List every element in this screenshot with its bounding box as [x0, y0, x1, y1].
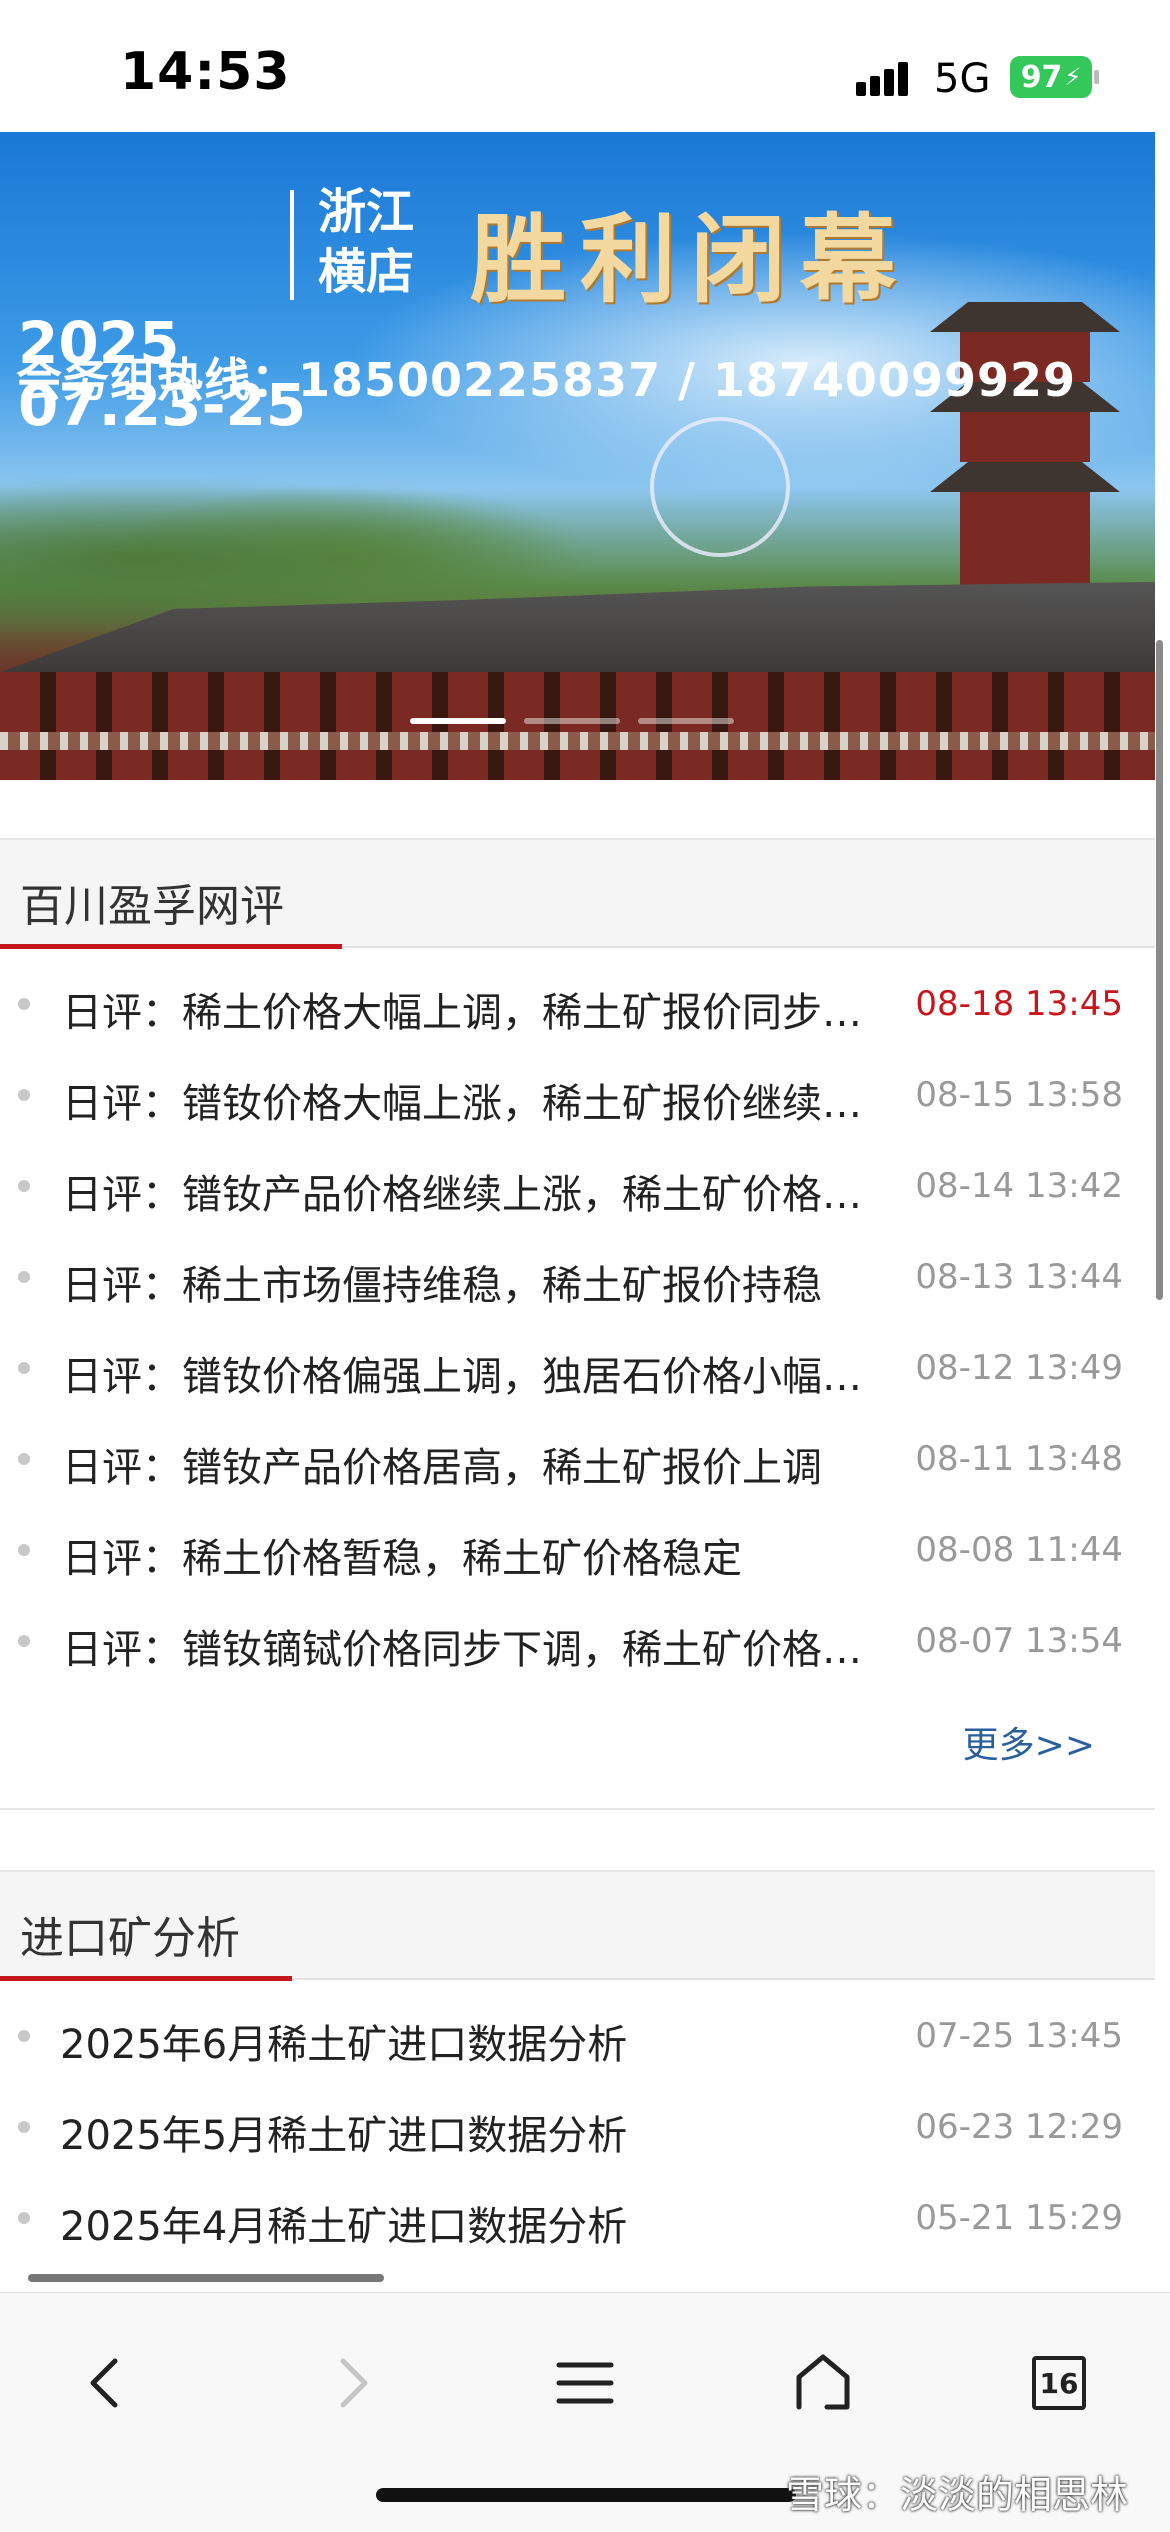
more-link[interactable]: 更多>> [963, 1716, 1095, 1768]
list-item[interactable]: 日评：稀土价格大幅上调，稀土矿报价同步上调 08-18 13:45 [0, 958, 1155, 1049]
news-title[interactable]: 日评：稀土价格大幅上调，稀土矿报价同步上调 [62, 980, 882, 1038]
chevron-right-icon [340, 2358, 368, 2408]
status-bar: 14:53 5G 97 ⚡ [0, 0, 1170, 132]
list-item[interactable]: 日评：镨钕价格大幅上涨，稀土矿报价继续上调 08-15 13:58 [0, 1049, 1155, 1140]
list-item[interactable]: 2025年4月稀土矿进口数据分析 05-21 15:29 [0, 2172, 1155, 2263]
ferris-wheel-graphic [650, 417, 790, 557]
bullet-icon [18, 2121, 30, 2133]
bullet-icon [18, 1089, 30, 1101]
banner-town: 横店 [318, 244, 415, 300]
news-date: 08-14 13:42 [915, 1166, 1123, 1206]
home-icon [796, 2354, 850, 2410]
vertical-scrollbar[interactable] [1156, 640, 1163, 1300]
news-date: 05-21 15:29 [915, 2198, 1123, 2238]
news-title[interactable]: 日评：稀土市场僵持维稳，稀土矿报价持稳 [62, 1253, 882, 1311]
bullet-icon [18, 2030, 30, 2042]
carousel-dot[interactable] [524, 718, 620, 724]
tabs-button[interactable]: 16 [1004, 2333, 1114, 2433]
network-label: 5G [934, 56, 991, 102]
signal-strength-icon [856, 60, 916, 96]
banner-location: 浙江 横店 [318, 182, 414, 302]
import-analysis-list: 2025年6月稀土矿进口数据分析 07-25 13:45 2025年5月稀土矿进… [0, 1990, 1155, 2263]
banner-divider [290, 190, 294, 300]
news-date: 08-15 13:58 [915, 1075, 1123, 1115]
news-title[interactable]: 日评：镨钕产品价格居高，稀土矿报价上调 [62, 1435, 882, 1493]
section-header: 百川盈孚网评 [0, 840, 1155, 949]
list-item[interactable]: 2025年5月稀土矿进口数据分析 06-23 12:29 [0, 2081, 1155, 2172]
hamburger-menu-icon [556, 2362, 614, 2404]
bullet-icon [18, 1271, 30, 1283]
battery-level: 97 [1020, 59, 1063, 95]
review-list: 日评：稀土价格大幅上调，稀土矿报价同步上调 08-18 13:45 日评：镨钕价… [0, 958, 1155, 1686]
banner-hotline: 会务组热线：18500225837 / 18740099929 [16, 353, 1076, 407]
bullet-icon [18, 1544, 30, 1556]
bullet-icon [18, 998, 30, 1010]
watermark: 雪球：淡淡的相思林 [786, 2473, 1129, 2517]
news-title[interactable]: 日评：镨钕产品价格继续上涨，稀土矿价格上调 [62, 1162, 882, 1220]
list-item[interactable]: 日评：稀土市场僵持维稳，稀土矿报价持稳 08-13 13:44 [0, 1231, 1155, 1322]
tabs-count-icon: 16 [1032, 2356, 1086, 2410]
bullet-icon [18, 2212, 30, 2224]
bullet-icon [18, 1635, 30, 1647]
chevron-left-icon [90, 2358, 118, 2408]
news-title[interactable]: 2025年5月稀土矿进口数据分析 [60, 2103, 880, 2161]
news-title[interactable]: 日评：镨钕镝铽价格同步下调，稀土矿价格下调 [62, 1617, 882, 1675]
carousel-dot[interactable] [410, 718, 506, 724]
news-date: 07-25 13:45 [915, 2016, 1123, 2056]
news-date: 08-11 13:48 [915, 1439, 1123, 1479]
list-item[interactable]: 日评：镨钕产品价格继续上涨，稀土矿价格上调 08-14 13:42 [0, 1140, 1155, 1231]
bullet-icon [18, 1180, 30, 1192]
charging-bolt-icon: ⚡ [1064, 63, 1082, 91]
carousel-dot[interactable] [638, 718, 734, 724]
news-date: 08-18 13:45 [915, 984, 1123, 1024]
carousel-indicators[interactable] [410, 718, 734, 724]
event-banner[interactable]: 2025 07.23-25 浙江 横店 胜利闭幕 会务组热线：185002258… [0, 132, 1155, 780]
status-time: 14:53 [120, 42, 291, 102]
news-title[interactable]: 日评：镨钕价格大幅上涨，稀土矿报价继续上调 [62, 1071, 882, 1129]
list-item[interactable]: 日评：镨钕产品价格居高，稀土矿报价上调 08-11 13:48 [0, 1413, 1155, 1504]
bullet-icon [18, 1453, 30, 1465]
section-header: 进口矿分析 [0, 1872, 1155, 1981]
banner-slogan: 胜利闭幕 [470, 203, 910, 316]
news-date: 08-13 13:44 [915, 1257, 1123, 1297]
list-item[interactable]: 日评：镨钕价格偏强上调，独居石价格小幅上调 08-12 13:49 [0, 1322, 1155, 1413]
news-date: 08-08 11:44 [915, 1530, 1123, 1570]
section-title-underline [0, 944, 342, 949]
horizontal-scrollbar[interactable] [28, 2274, 384, 2282]
home-button[interactable] [768, 2333, 878, 2433]
building-colonnade-graphic [0, 672, 1155, 780]
forward-button[interactable] [296, 2333, 406, 2433]
section-reviews: 百川盈孚网评 日评：稀土价格大幅上调，稀土矿报价同步上调 08-18 13:45… [0, 838, 1155, 1810]
battery-cap [1094, 70, 1099, 84]
tabs-count: 16 [1039, 2366, 1079, 2400]
list-item[interactable]: 2025年6月稀土矿进口数据分析 07-25 13:45 [0, 1990, 1155, 2081]
section-title-underline [0, 1976, 292, 1981]
bullet-icon [18, 1362, 30, 1374]
news-title[interactable]: 日评：镨钕价格偏强上调，独居石价格小幅上调 [62, 1344, 882, 1402]
list-item[interactable]: 日评：稀土价格暂稳，稀土矿价格稳定 08-08 11:44 [0, 1504, 1155, 1595]
building-railing-graphic [0, 732, 1155, 750]
news-title[interactable]: 2025年4月稀土矿进口数据分析 [60, 2194, 880, 2252]
menu-button[interactable] [530, 2333, 640, 2433]
section-title: 百川盈孚网评 [20, 881, 284, 932]
news-date: 08-07 13:54 [915, 1621, 1123, 1661]
banner-province: 浙江 [318, 184, 415, 240]
list-item[interactable]: 日评：镨钕镝铽价格同步下调，稀土矿价格下调 08-07 13:54 [0, 1595, 1155, 1686]
home-indicator [376, 2488, 796, 2502]
news-title[interactable]: 2025年6月稀土矿进口数据分析 [60, 2012, 880, 2070]
battery-icon: 97 ⚡ [1010, 56, 1092, 98]
news-title[interactable]: 日评：稀土价格暂稳，稀土矿价格稳定 [62, 1526, 882, 1584]
section-import-analysis: 进口矿分析 2025年6月稀土矿进口数据分析 07-25 13:45 2025年… [0, 1870, 1155, 2300]
news-date: 06-23 12:29 [915, 2107, 1123, 2147]
back-button[interactable] [52, 2333, 162, 2433]
news-date: 08-12 13:49 [915, 1348, 1123, 1388]
section-title: 进口矿分析 [20, 1913, 240, 1964]
